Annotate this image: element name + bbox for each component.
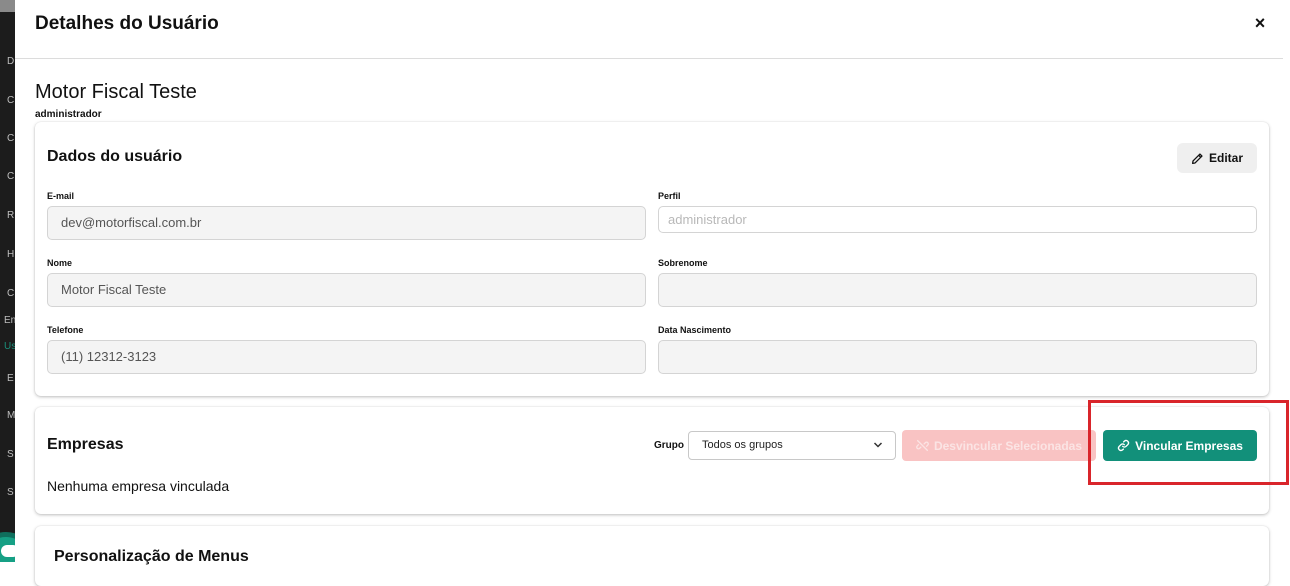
telefone-label: Telefone: [47, 325, 84, 335]
group-label: Grupo: [654, 440, 684, 451]
nome-field[interactable]: Motor Fiscal Teste: [47, 273, 646, 307]
email-field[interactable]: dev@motorfiscal.com.br: [47, 206, 646, 240]
sidebar-item[interactable]: R: [7, 210, 14, 222]
group-select[interactable]: Todos os grupos: [688, 431, 896, 460]
close-button[interactable]: ×: [1249, 12, 1271, 34]
telefone-field[interactable]: (11) 12312-3123: [47, 340, 646, 374]
empty-companies-text: Nenhuma empresa vinculada: [47, 478, 230, 494]
data-nascimento-label: Data Nascimento: [658, 325, 732, 335]
pencil-icon: [1191, 152, 1204, 165]
link-icon: [1117, 439, 1130, 452]
sidebar-item[interactable]: C: [7, 288, 14, 300]
unlink-icon: [916, 439, 929, 452]
modal-title: Detalhes do Usuário: [35, 13, 219, 34]
perfil-label: Perfil: [658, 191, 681, 201]
sidebar-item[interactable]: S: [7, 449, 14, 461]
chat-bubble-icon[interactable]: [0, 532, 15, 562]
user-role: administrador: [35, 109, 102, 120]
sidebar-item[interactable]: M: [7, 410, 15, 422]
user-data-card: Dados do usuário Editar E-mail dev@motor…: [35, 122, 1269, 396]
unlink-label: Desvincular Selecionadas: [933, 438, 1083, 453]
user-name: Motor Fiscal Teste: [35, 81, 197, 103]
sidebar-top-strip: [0, 0, 15, 12]
sidebar-item[interactable]: C: [7, 171, 14, 183]
chevron-down-icon: [873, 432, 883, 470]
link-companies-button[interactable]: Vincular Empresas: [1103, 430, 1257, 461]
sidebar-item[interactable]: E: [7, 373, 14, 385]
sidebar-item[interactable]: S: [7, 487, 14, 499]
user-details-modal: Detalhes do Usuário × Motor Fiscal Teste…: [15, 0, 1290, 586]
sidebar-item-active[interactable]: Us: [4, 341, 15, 353]
companies-card: Empresas Grupo Todos os grupos Desvincul…: [35, 407, 1269, 514]
sidebar-item[interactable]: C: [7, 95, 14, 107]
companies-title: Empresas: [47, 436, 124, 453]
menus-title: Personalização de Menus: [54, 548, 249, 565]
sidebar: D C C C R H C En Us E M S S: [0, 0, 15, 562]
sidebar-item[interactable]: En: [4, 315, 15, 327]
link-label: Vincular Empresas: [1135, 438, 1243, 453]
group-select-value: Todos os grupos: [702, 439, 783, 451]
modal-header: Detalhes do Usuário ×: [15, 0, 1283, 59]
data-nascimento-field[interactable]: [658, 340, 1257, 374]
edit-label: Editar: [1208, 151, 1243, 165]
sobrenome-field[interactable]: [658, 273, 1257, 307]
nome-label: Nome: [47, 258, 73, 268]
edit-button[interactable]: Editar: [1177, 143, 1257, 173]
user-data-title: Dados do usuário: [47, 148, 183, 165]
sidebar-item[interactable]: H: [7, 249, 14, 261]
unlink-selected-button[interactable]: Desvincular Selecionadas: [902, 430, 1096, 461]
email-label: E-mail: [47, 191, 75, 201]
sidebar-item[interactable]: D: [7, 56, 14, 68]
menus-card: Personalização de Menus: [35, 526, 1269, 586]
perfil-field[interactable]: administrador: [658, 206, 1257, 233]
sobrenome-label: Sobrenome: [658, 258, 708, 268]
sidebar-item[interactable]: C: [7, 133, 14, 145]
